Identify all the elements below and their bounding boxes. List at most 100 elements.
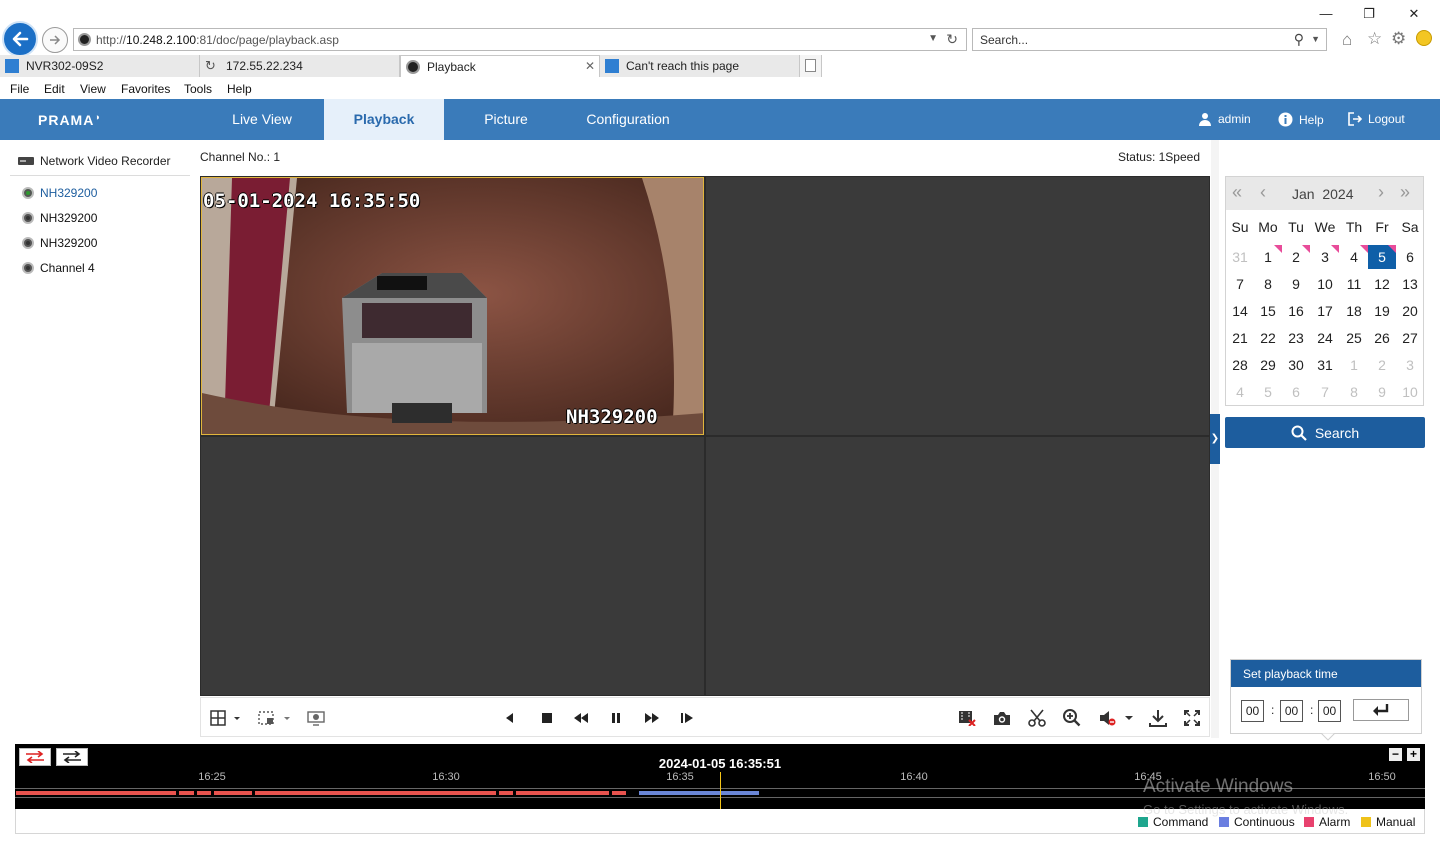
- dropdown-icon[interactable]: ▼: [928, 33, 938, 44]
- minimize-button[interactable]: —: [1316, 6, 1336, 21]
- calendar-day[interactable]: 7: [1226, 272, 1254, 296]
- pause-button[interactable]: [606, 708, 626, 728]
- menu-favorites[interactable]: Favorites: [121, 82, 170, 96]
- tree-channel-1[interactable]: NH329200: [22, 186, 97, 200]
- calendar-day[interactable]: 10: [1311, 272, 1339, 296]
- continuous-segment[interactable]: [639, 791, 759, 795]
- alarm-segment[interactable]: [16, 791, 626, 795]
- video-window-1[interactable]: 05-01-2024 16:35:50 NH329200: [201, 177, 704, 435]
- reverse-play-button[interactable]: [499, 708, 519, 728]
- home-icon[interactable]: ⌂: [1342, 30, 1352, 50]
- calendar-day[interactable]: 7: [1311, 380, 1339, 404]
- go-to-time-button[interactable]: [1353, 699, 1409, 721]
- device-tree-root[interactable]: Network Video Recorder: [18, 154, 171, 168]
- stop-all-button[interactable]: [957, 708, 977, 728]
- calendar-day[interactable]: 2: [1368, 353, 1396, 377]
- calendar-day[interactable]: 2: [1282, 245, 1310, 269]
- tab-ip[interactable]: ↻ 172.55.22.234: [200, 55, 400, 77]
- next-year-icon[interactable]: »: [1400, 182, 1410, 203]
- audio-button[interactable]: [1097, 708, 1135, 728]
- calendar-day[interactable]: 9: [1282, 272, 1310, 296]
- tab-playback[interactable]: Playback: [324, 99, 444, 140]
- user-menu[interactable]: admin: [1198, 112, 1251, 126]
- speed-up-button[interactable]: [642, 708, 662, 728]
- download-button[interactable]: [1148, 708, 1168, 728]
- menu-help[interactable]: Help: [227, 82, 252, 96]
- calendar-day[interactable]: 16: [1282, 299, 1310, 323]
- capture-region-button[interactable]: [256, 708, 292, 728]
- minute-input[interactable]: 00: [1280, 700, 1303, 722]
- slow-down-button[interactable]: [571, 708, 591, 728]
- tree-channel-4[interactable]: Channel 4: [22, 261, 95, 275]
- calendar-day[interactable]: 10: [1396, 380, 1424, 404]
- close-tab-icon[interactable]: ✕: [585, 59, 595, 73]
- help-link[interactable]: Help: [1278, 112, 1324, 127]
- zoom-in-button[interactable]: +: [1407, 748, 1420, 761]
- calendar-day[interactable]: 4: [1340, 245, 1368, 269]
- feedback-smiley-icon[interactable]: [1416, 30, 1432, 46]
- single-frame-button[interactable]: [677, 708, 697, 728]
- hour-input[interactable]: 00: [1241, 700, 1264, 722]
- tab-configuration[interactable]: Configuration: [568, 99, 688, 140]
- tree-channel-3[interactable]: NH329200: [22, 236, 97, 250]
- calendar-day[interactable]: 12: [1368, 272, 1396, 296]
- tab-nvr[interactable]: NVR302-09S2: [0, 55, 200, 77]
- calendar-day[interactable]: 23: [1282, 326, 1310, 350]
- calendar-day[interactable]: 30: [1282, 353, 1310, 377]
- calendar-day[interactable]: 31: [1311, 353, 1339, 377]
- collapse-panel-button[interactable]: ❯: [1210, 414, 1220, 464]
- calendar-day[interactable]: 19: [1368, 299, 1396, 323]
- calendar-day[interactable]: 27: [1396, 326, 1424, 350]
- fisheye-button[interactable]: [306, 708, 326, 728]
- snapshot-button[interactable]: [992, 708, 1012, 728]
- search-button[interactable]: Search: [1225, 417, 1425, 448]
- calendar-day[interactable]: 31: [1226, 245, 1254, 269]
- calendar-day[interactable]: 24: [1311, 326, 1339, 350]
- next-month-icon[interactable]: ›: [1378, 182, 1384, 203]
- new-tab-button[interactable]: [800, 55, 822, 77]
- address-bar[interactable]: http://10.248.2.100:81/doc/page/playback…: [73, 28, 967, 51]
- tab-cant-reach[interactable]: Can't reach this page: [600, 55, 800, 77]
- calendar-day[interactable]: 21: [1226, 326, 1254, 350]
- zoom-out-button[interactable]: −: [1389, 748, 1402, 761]
- close-window-button[interactable]: ✕: [1404, 6, 1424, 22]
- tree-channel-2[interactable]: NH329200: [22, 211, 97, 225]
- video-window-3[interactable]: [201, 437, 704, 695]
- stop-button[interactable]: [537, 708, 557, 728]
- calendar-day[interactable]: 20: [1396, 299, 1424, 323]
- timeline-cursor[interactable]: [720, 772, 721, 809]
- favorites-star-icon[interactable]: ☆: [1367, 29, 1382, 49]
- calendar-day[interactable]: 28: [1226, 353, 1254, 377]
- settings-gear-icon[interactable]: ⚙: [1391, 29, 1406, 49]
- calendar-day[interactable]: 15: [1254, 299, 1282, 323]
- restore-button[interactable]: ❐: [1359, 6, 1379, 22]
- calendar-day[interactable]: 5: [1368, 245, 1396, 269]
- calendar-day[interactable]: 22: [1254, 326, 1282, 350]
- calendar-day[interactable]: 1: [1254, 245, 1282, 269]
- calendar-day[interactable]: 17: [1311, 299, 1339, 323]
- refresh-icon[interactable]: ↻: [946, 31, 958, 48]
- forward-button[interactable]: [42, 27, 68, 53]
- calendar-day[interactable]: 6: [1396, 245, 1424, 269]
- calendar-day[interactable]: 9: [1368, 380, 1396, 404]
- calendar-day[interactable]: 6: [1282, 380, 1310, 404]
- calendar-day[interactable]: 3: [1311, 245, 1339, 269]
- menu-file[interactable]: File: [10, 82, 29, 96]
- calendar-day[interactable]: 18: [1340, 299, 1368, 323]
- calendar-day[interactable]: 13: [1396, 272, 1424, 296]
- second-input[interactable]: 00: [1318, 700, 1341, 722]
- tab-playback[interactable]: Playback ✕: [400, 55, 600, 77]
- tab-picture[interactable]: Picture: [446, 99, 566, 140]
- calendar-day[interactable]: 8: [1340, 380, 1368, 404]
- digital-zoom-button[interactable]: [1062, 708, 1082, 728]
- fullscreen-button[interactable]: [1182, 708, 1202, 728]
- prev-month-icon[interactable]: ‹: [1260, 182, 1266, 203]
- calendar-day[interactable]: 25: [1340, 326, 1368, 350]
- logout-link[interactable]: Logout: [1348, 112, 1405, 126]
- prev-year-icon[interactable]: «: [1232, 182, 1242, 203]
- browser-search-input[interactable]: Search... ⚲ ▼: [972, 28, 1327, 51]
- tab-live-view[interactable]: Live View: [202, 99, 322, 140]
- video-window-2[interactable]: [706, 177, 1209, 435]
- calendar-day[interactable]: 14: [1226, 299, 1254, 323]
- calendar-day[interactable]: 8: [1254, 272, 1282, 296]
